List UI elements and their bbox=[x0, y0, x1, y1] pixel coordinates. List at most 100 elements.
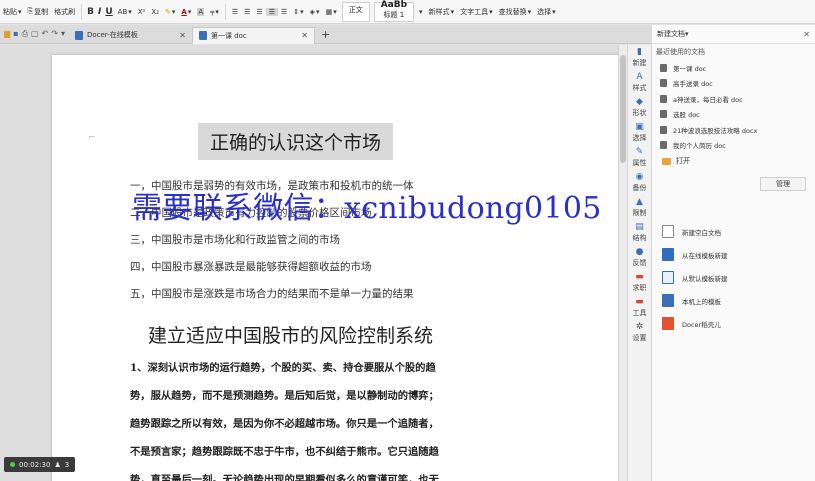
blank-page-icon bbox=[662, 225, 674, 238]
undo-icon[interactable]: ↶ bbox=[42, 29, 49, 39]
recent-doc-item[interactable]: 我的个人简历 doc bbox=[660, 138, 815, 154]
recording-indicator: 00:02:30 ♟ 3 bbox=[4, 457, 76, 472]
feedback-icon: ● bbox=[635, 247, 644, 257]
ribbon-toolbar: 粘贴 ▾ ⎘ 复制 格式刷 B I U AB ▾ X² X₂ ✎ ▾ A ▾ A ╤ ▾ ☰… bbox=[0, 0, 815, 24]
distributed-button[interactable]: ☰ bbox=[278, 8, 290, 16]
manage-button[interactable]: 管理 bbox=[760, 177, 806, 191]
sidebar-tools[interactable]: ▬ 工具 bbox=[633, 297, 647, 322]
sidebar-structure[interactable]: ▤ 结构 bbox=[633, 222, 647, 247]
line-spacing-button[interactable]: ⇕ ▾ bbox=[290, 8, 306, 16]
docer-logo-icon bbox=[662, 317, 674, 330]
scrollbar-thumb[interactable] bbox=[620, 55, 626, 163]
open-button[interactable]: 打开 bbox=[652, 153, 815, 169]
tab-lesson-one[interactable]: 第一课 doc ✕ bbox=[191, 26, 315, 44]
format-painter-button[interactable]: 格式刷 bbox=[51, 7, 78, 17]
user-icon: ♟ bbox=[54, 460, 61, 469]
paint-bucket-icon: ◈ bbox=[309, 7, 316, 16]
local-templates[interactable]: 本机上的模板 bbox=[662, 289, 728, 312]
close-icon[interactable]: ✕ bbox=[803, 30, 810, 39]
sidebar-jobs[interactable]: ▬ 求职 bbox=[633, 272, 647, 297]
docer-link[interactable]: Docer稻壳儿 bbox=[662, 312, 728, 335]
align-right-button[interactable]: ☰ bbox=[253, 8, 265, 16]
recent-doc-item[interactable]: 高手送录 doc bbox=[660, 76, 815, 92]
recent-doc-item[interactable]: 第一课 doc bbox=[660, 60, 815, 76]
preview-icon[interactable]: ▢ bbox=[31, 29, 39, 39]
recent-doc-item[interactable]: a神送录，每日必看 doc bbox=[660, 91, 815, 107]
styles-more-button[interactable]: ▾ bbox=[416, 8, 426, 16]
new-style-button[interactable]: 新样式 ▾ bbox=[426, 7, 458, 17]
dropdown-icon[interactable]: ▾ bbox=[61, 29, 65, 39]
select-button[interactable]: 选择 ▾ bbox=[534, 7, 559, 17]
tab-docer-templates[interactable]: Docer-在线模板 ✕ bbox=[69, 27, 192, 44]
sidebar-restrict[interactable]: ▲ 限制 bbox=[633, 197, 647, 222]
close-icon[interactable]: ✕ bbox=[179, 31, 186, 40]
new-document-panel: 新建文档 ▾ ✕ 最近使用的文档 第一课 doc 高手送录 doc a神送录，每… bbox=[652, 25, 815, 481]
borders-icon: ▦ bbox=[325, 7, 333, 16]
new-blank-doc[interactable]: 新建空白文档 bbox=[662, 220, 728, 243]
text-effects-button[interactable]: ╤ ▾ bbox=[207, 8, 222, 16]
divider bbox=[224, 3, 226, 20]
paragraph-line: 势，直至最后一刻。无论趋势出现的早期看似多么的意谨可笑，也无 bbox=[130, 474, 439, 481]
sidebar-feedback[interactable]: ● 反馈 bbox=[633, 247, 647, 272]
recent-doc-item[interactable]: 21种波浪选股技法攻略 docx bbox=[660, 122, 815, 138]
align-left-icon: ☰ bbox=[231, 7, 239, 16]
new-doc-icon: ▮ bbox=[637, 47, 642, 57]
style-normal[interactable]: 正文 bbox=[341, 1, 370, 22]
document-page[interactable]: ⌐ 正确的认识这个市场 一，中国股市是弱势的有效市场，是政策市和投机市的统一体 … bbox=[52, 55, 618, 481]
computer-icon bbox=[662, 294, 674, 307]
vertical-scrollbar[interactable] bbox=[618, 45, 627, 481]
body-paragraph: 1、深刻认识市场的运行趋势，个股的买、卖、持仓要服从个股的趋 势，服从趋势，而不… bbox=[130, 354, 490, 481]
style-heading1[interactable]: AaBb 标题 1 bbox=[373, 0, 415, 22]
new-tab-button[interactable]: + bbox=[315, 28, 336, 41]
bold-button[interactable]: B bbox=[85, 7, 96, 17]
sidebar-shapes[interactable]: ◆ 形状 bbox=[633, 97, 647, 122]
save-icon[interactable]: ▪ bbox=[13, 29, 18, 39]
justify-button[interactable]: ☰ bbox=[265, 7, 278, 16]
superscript-button[interactable]: X² bbox=[135, 8, 149, 16]
highlighter-icon: ✎ bbox=[165, 7, 171, 16]
align-left-button[interactable]: ☰ bbox=[229, 8, 241, 16]
text-tools-button[interactable]: 文字工具 ▾ bbox=[457, 7, 496, 17]
align-center-button[interactable]: ☰ bbox=[241, 8, 253, 16]
sidebar-backup[interactable]: ◉ 备份 bbox=[633, 172, 647, 197]
char-shading-button[interactable]: A bbox=[194, 7, 207, 16]
recent-doc-item[interactable]: 选股 doc bbox=[660, 107, 815, 123]
sidebar-settings[interactable]: ✲ 设置 bbox=[633, 322, 647, 347]
underline-button[interactable]: U bbox=[103, 7, 114, 17]
sidebar-new[interactable]: ▮ 新建 bbox=[633, 47, 647, 72]
font-color-button[interactable]: A ▾ bbox=[178, 8, 194, 16]
align-center-icon: ☰ bbox=[244, 7, 251, 16]
sidebar-properties[interactable]: ✎ 属性 bbox=[633, 147, 647, 172]
shapes-icon: ◆ bbox=[636, 97, 643, 107]
ab-button[interactable]: AB ▾ bbox=[115, 8, 135, 16]
new-from-online-template[interactable]: 从在线模板新建 bbox=[662, 243, 728, 266]
chevron-down-icon[interactable]: ▾ bbox=[685, 30, 689, 38]
briefcase-icon: ▬ bbox=[635, 272, 644, 282]
document-canvas: ⌐ 正确的认识这个市场 一，中国股市是弱势的有效市场，是政策市和投机市的统一体 … bbox=[0, 45, 627, 481]
list-item: 三，中国股市是市场化和行政监管之间的市场 bbox=[130, 234, 340, 246]
italic-button[interactable]: I bbox=[96, 7, 103, 17]
find-replace-button[interactable]: 查找替换 ▾ bbox=[496, 7, 535, 17]
new-from-default-template[interactable]: 从默认模板新建 bbox=[662, 266, 728, 289]
print-icon[interactable]: ⎙ bbox=[22, 29, 28, 39]
section-title: 建立适应中国股市的风险控制系统 bbox=[148, 325, 434, 347]
select-icon: ▣ bbox=[635, 122, 644, 132]
list-item: 五，中国股市是涨跌是市场合力的结果而不是单一力量的结果 bbox=[130, 288, 414, 300]
sidebar-select[interactable]: ▣ 选择 bbox=[633, 122, 647, 147]
redo-icon[interactable]: ↷ bbox=[51, 29, 58, 39]
document-icon bbox=[660, 63, 667, 72]
folder-icon bbox=[662, 157, 671, 165]
template-icon bbox=[662, 271, 674, 284]
panel-header: 新建文档 ▾ ✕ bbox=[652, 25, 815, 44]
folder-icon[interactable]: ▆ bbox=[4, 29, 10, 39]
document-icon bbox=[660, 141, 667, 150]
sidebar-styles[interactable]: A 样式 bbox=[633, 72, 647, 97]
copy-button[interactable]: ⎘ 复制 bbox=[25, 7, 52, 17]
highlight-button[interactable]: ✎ ▾ bbox=[162, 8, 178, 16]
close-icon[interactable]: ✕ bbox=[301, 31, 308, 40]
line-spacing-icon: ⇕ bbox=[293, 7, 300, 16]
subscript-button[interactable]: X₂ bbox=[148, 8, 162, 16]
paste-button[interactable]: 粘贴 ▾ bbox=[0, 7, 25, 17]
borders-button[interactable]: ▦ ▾ bbox=[323, 8, 340, 16]
shading-button[interactable]: ◈ ▾ bbox=[307, 8, 323, 16]
